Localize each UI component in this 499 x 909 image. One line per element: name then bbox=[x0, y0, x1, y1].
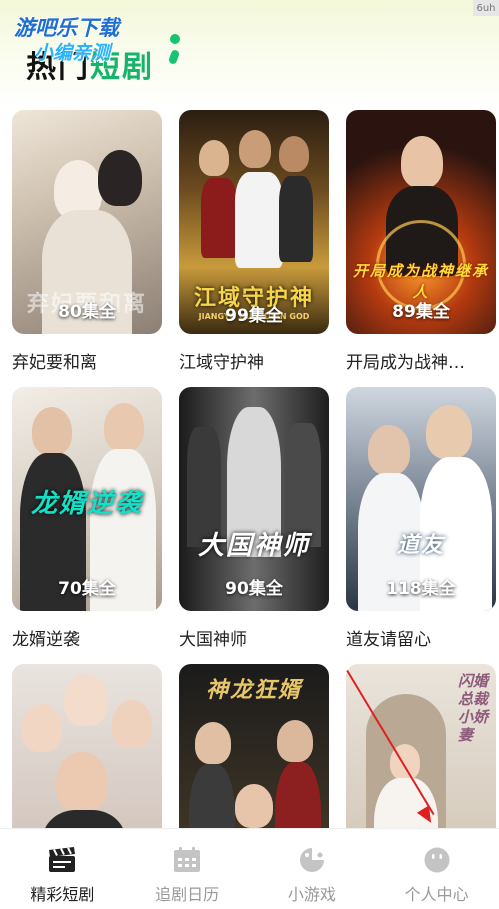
drama-card[interactable]: 开局成为战神继承人 89集全 开局成为战神… bbox=[346, 110, 496, 387]
watermark-text: 小编亲测 bbox=[34, 42, 111, 64]
drama-card[interactable]: 江域守护神 JIANGYU GUARDIAN GOD 99集全 江域守护神 bbox=[179, 110, 329, 387]
clapperboard-icon bbox=[48, 847, 76, 873]
episode-count: 70集全 bbox=[58, 579, 116, 599]
poster-title-art: 道友 bbox=[396, 533, 445, 558]
bottom-tab-bar: 精彩短剧 追剧日历 小游戏 个人中心 bbox=[0, 828, 499, 909]
poster-figure bbox=[201, 178, 237, 258]
drama-title[interactable]: 弃妃要和离 bbox=[12, 348, 162, 373]
poster-title-art: 龙婿逆袭 bbox=[30, 489, 143, 519]
poster-figure bbox=[368, 425, 410, 475]
smiley-user-icon bbox=[423, 847, 451, 873]
tab-label: 小游戏 bbox=[287, 885, 336, 904]
episode-count: 99集全 bbox=[225, 306, 283, 326]
poster-title-art: 闪婚总裁小娇妻 bbox=[458, 672, 489, 744]
poster-figure bbox=[56, 752, 108, 812]
poster-figure bbox=[22, 704, 62, 752]
poster-figure bbox=[426, 405, 472, 459]
drama-title[interactable]: 开局成为战神… bbox=[346, 348, 496, 373]
poster-figure bbox=[195, 722, 231, 764]
calendar-icon bbox=[173, 847, 201, 873]
drama-card[interactable]: 龙婿逆袭 70集全 龙婿逆袭 bbox=[12, 387, 162, 664]
tab-mini-games[interactable]: 小游戏 bbox=[250, 829, 375, 909]
poster-figure bbox=[277, 720, 313, 762]
drama-poster[interactable]: 开局成为战神继承人 89集全 bbox=[346, 110, 496, 334]
episode-count: 80集全 bbox=[58, 302, 116, 322]
header: 热门短剧 游吧乐下载 小编亲测 6uh bbox=[0, 0, 499, 100]
tab-label: 追剧日历 bbox=[155, 885, 220, 904]
poster-figure bbox=[112, 700, 152, 748]
tab-personal-center[interactable]: 个人中心 bbox=[374, 829, 499, 909]
poster-title-art: 神龙狂婿 bbox=[205, 678, 302, 703]
tab-label: 个人中心 bbox=[404, 885, 469, 904]
drama-poster[interactable]: 弃妃要和离 80集全 bbox=[12, 110, 162, 334]
poster-figure bbox=[279, 136, 309, 172]
drama-grid: 弃妃要和离 80集全 弃妃要和离 江域守护神 JIANGYU GUARDIAN … bbox=[12, 110, 499, 909]
tab-drama-calendar[interactable]: 追剧日历 bbox=[125, 829, 250, 909]
poster-figure bbox=[104, 403, 144, 451]
poster-title-art: 大国神师 bbox=[197, 531, 310, 561]
drama-title[interactable]: 大国神师 bbox=[179, 625, 329, 650]
poster-figure bbox=[279, 176, 313, 262]
drama-poster[interactable]: 江域守护神 JIANGYU GUARDIAN GOD 99集全 bbox=[179, 110, 329, 334]
poster-figure bbox=[239, 130, 271, 168]
title-decoration-icon bbox=[170, 34, 180, 44]
title-decoration-icon bbox=[167, 49, 181, 65]
episode-count: 89集全 bbox=[392, 302, 450, 322]
drama-card[interactable]: 大国神师 90集全 大国神师 bbox=[179, 387, 329, 664]
episode-count: 118集全 bbox=[386, 579, 456, 599]
poster-figure bbox=[32, 407, 72, 455]
drama-title[interactable]: 龙婿逆袭 bbox=[12, 625, 162, 650]
drama-poster[interactable]: 大国神师 90集全 bbox=[179, 387, 329, 611]
drama-title[interactable]: 江域守护神 bbox=[179, 348, 329, 373]
drama-poster[interactable]: 龙婿逆袭 70集全 bbox=[12, 387, 162, 611]
poster-figure bbox=[199, 140, 229, 176]
drama-poster[interactable]: 道友 118集全 bbox=[346, 387, 496, 611]
poster-figure bbox=[401, 136, 443, 188]
tab-label: 精彩短剧 bbox=[30, 885, 95, 904]
drama-card[interactable]: 弃妃要和离 80集全 弃妃要和离 bbox=[12, 110, 162, 387]
tab-featured-dramas[interactable]: 精彩短剧 bbox=[0, 829, 125, 909]
drama-card[interactable]: 道友 118集全 道友请留心 bbox=[346, 387, 496, 664]
episode-count: 90集全 bbox=[225, 579, 283, 599]
gamepad-icon bbox=[298, 847, 326, 873]
drama-title[interactable]: 道友请留心 bbox=[346, 625, 496, 650]
corner-tag: 6uh bbox=[473, 0, 499, 16]
poster-figure bbox=[235, 172, 283, 268]
poster-figure bbox=[235, 784, 273, 828]
poster-figure bbox=[64, 674, 108, 726]
poster-figure bbox=[98, 150, 142, 206]
poster-title-art: 开局成为战神继承人 bbox=[352, 262, 489, 301]
